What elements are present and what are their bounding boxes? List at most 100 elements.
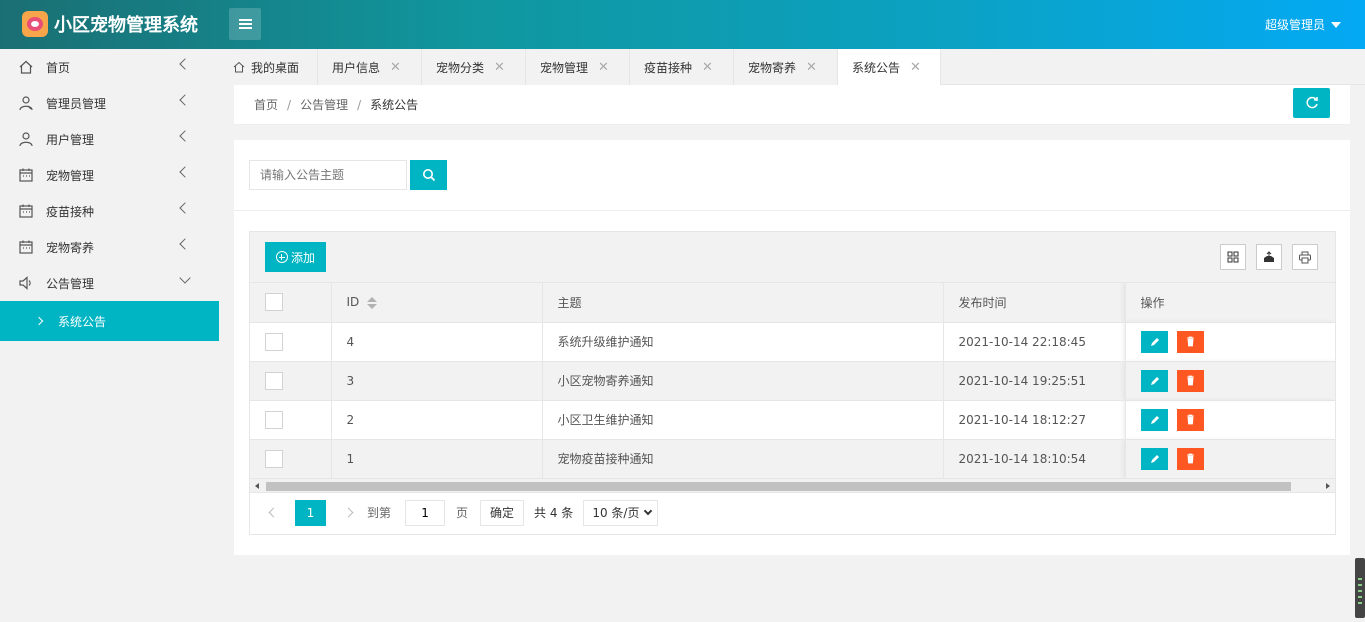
scroll-right-icon[interactable] xyxy=(1326,482,1330,489)
breadcrumb-item[interactable]: 首页 xyxy=(254,98,278,112)
sidebar-item-home[interactable]: 首页 xyxy=(0,49,219,85)
page-size-select[interactable]: 10 条/页 xyxy=(583,499,659,526)
delete-button[interactable] xyxy=(1176,447,1204,470)
search-button[interactable] xyxy=(410,160,447,190)
close-icon[interactable]: ✕ xyxy=(806,60,817,75)
close-icon[interactable]: ✕ xyxy=(702,60,713,75)
tab-label: 宠物寄养 xyxy=(748,60,797,75)
tab-pet-category[interactable]: 宠物分类 ✕ xyxy=(422,49,526,85)
edit-icon xyxy=(1150,376,1159,385)
sidebar-item-vaccines[interactable]: 疫苗接种 xyxy=(0,193,219,229)
table-row: 2 小区卫生维护通知 2021-10-14 18:12:27 xyxy=(250,400,1336,440)
pet-logo-icon xyxy=(22,11,48,37)
user-name: 超级管理员 xyxy=(1264,18,1325,32)
select-all-checkbox[interactable] xyxy=(265,293,283,312)
row-checkbox[interactable] xyxy=(265,332,283,351)
goto-confirm-button[interactable]: 确定 xyxy=(480,499,525,526)
calendar-icon xyxy=(19,168,33,182)
scroll-left-icon[interactable] xyxy=(255,482,259,489)
close-icon[interactable]: ✕ xyxy=(910,60,921,75)
page-1-button[interactable]: 1 xyxy=(295,499,326,526)
sort-icon[interactable] xyxy=(367,296,378,309)
cell-id: 1 xyxy=(331,439,543,479)
column-header-title: 主题 xyxy=(542,283,944,323)
column-header-actions: 操作 xyxy=(1125,283,1336,323)
sidebar-item-label: 疫苗接种 xyxy=(46,204,95,219)
sidebar-item-admins[interactable]: 管理员管理 xyxy=(0,85,219,121)
sidebar-item-label: 首页 xyxy=(46,60,71,75)
trash-icon xyxy=(1186,375,1194,385)
cell-actions xyxy=(1125,400,1336,440)
page-unit-label: 页 xyxy=(456,506,469,520)
tab-label: 系统公告 xyxy=(852,60,901,75)
user-menu[interactable]: 超级管理员 xyxy=(1265,16,1341,33)
cell-actions xyxy=(1125,439,1336,479)
close-icon[interactable]: ✕ xyxy=(390,60,401,75)
tab-pet-manage[interactable]: 宠物管理 ✕ xyxy=(526,49,630,85)
horizontal-scrollbar[interactable] xyxy=(250,478,1335,493)
row-checkbox[interactable] xyxy=(265,371,283,390)
chevron-left-icon xyxy=(179,166,191,178)
user-icon xyxy=(19,132,33,147)
chevron-right-icon xyxy=(34,316,44,326)
add-button[interactable]: 添加 xyxy=(265,242,326,272)
menu-icon xyxy=(238,19,252,29)
tab-bar: 我的桌面 用户信息 ✕ 宠物分类 ✕ 宠物管理 ✕ 疫苗接种 ✕ 宠物寄养 ✕ 系统公告 ✕ xyxy=(219,49,1365,85)
cell-title: 宠物疫苗接种通知 xyxy=(542,439,944,479)
search-input[interactable] xyxy=(249,160,407,190)
sidebar-item-label: 公告管理 xyxy=(46,276,95,291)
column-header-id[interactable]: ID xyxy=(331,283,543,323)
edit-button[interactable] xyxy=(1140,330,1168,353)
delete-button[interactable] xyxy=(1176,408,1204,431)
refresh-button[interactable] xyxy=(1293,88,1330,118)
edit-icon xyxy=(1150,454,1159,463)
search-row xyxy=(249,160,447,190)
sidebar-subitem-system-notice[interactable]: 系统公告 xyxy=(0,301,219,341)
print-button[interactable] xyxy=(1292,244,1318,270)
sidebar-item-label: 用户管理 xyxy=(46,132,95,147)
cell-title: 小区宠物寄养通知 xyxy=(542,361,944,401)
tab-user-info[interactable]: 用户信息 ✕ xyxy=(318,49,422,85)
scrollbar-thumb[interactable] xyxy=(266,481,1291,491)
breadcrumb-bar: 首页 / 公告管理 / 系统公告 xyxy=(234,85,1350,125)
tab-desktop[interactable]: 我的桌面 xyxy=(219,49,318,85)
columns-filter-button[interactable] xyxy=(1220,244,1246,270)
row-checkbox[interactable] xyxy=(265,449,283,468)
app-title: 小区宠物管理系统 xyxy=(54,15,198,36)
tab-label: 宠物管理 xyxy=(540,60,589,75)
tab-boarding[interactable]: 宠物寄养 ✕ xyxy=(734,49,838,85)
prev-page-button[interactable] xyxy=(258,500,288,526)
side-widget[interactable] xyxy=(1355,558,1365,618)
export-button[interactable] xyxy=(1256,244,1282,270)
chevron-down-icon xyxy=(644,506,653,515)
delete-button[interactable] xyxy=(1176,369,1204,392)
column-header-time: 发布时间 xyxy=(943,283,1126,323)
sidebar-item-boarding[interactable]: 宠物寄养 xyxy=(0,229,219,265)
edit-button[interactable] xyxy=(1140,408,1168,431)
main-card: 添加 ID 主题 发布时间 操作 xyxy=(234,140,1350,555)
delete-button[interactable] xyxy=(1176,330,1204,353)
next-page-button[interactable] xyxy=(333,500,363,526)
sidebar-item-notices[interactable]: 公告管理 xyxy=(0,265,219,301)
breadcrumb-item[interactable]: 公告管理 xyxy=(300,98,348,112)
sidebar-item-label: 宠物寄养 xyxy=(46,240,95,255)
sidebar-item-pets[interactable]: 宠物管理 xyxy=(0,157,219,193)
breadcrumb: 首页 / 公告管理 / 系统公告 xyxy=(254,98,419,112)
print-icon xyxy=(1299,251,1311,263)
calendar-icon xyxy=(19,240,33,254)
close-icon[interactable]: ✕ xyxy=(598,60,609,75)
goto-page-input[interactable] xyxy=(405,499,446,526)
menu-toggle-button[interactable] xyxy=(229,8,261,40)
cell-actions xyxy=(1125,322,1336,362)
chevron-left-icon xyxy=(268,507,278,518)
edit-button[interactable] xyxy=(1140,369,1168,392)
tab-vaccine[interactable]: 疫苗接种 ✕ xyxy=(630,49,734,85)
sidebar: 首页 管理员管理 用户管理 宠物管理 疫苗接种 宠物寄养 公告管理 系统公告 xyxy=(0,49,219,622)
tab-system-notice[interactable]: 系统公告 ✕ xyxy=(838,49,941,85)
row-checkbox[interactable] xyxy=(265,410,283,429)
sidebar-item-users[interactable]: 用户管理 xyxy=(0,121,219,157)
tab-label: 用户信息 xyxy=(332,60,381,75)
edit-button[interactable] xyxy=(1140,447,1168,470)
close-icon[interactable]: ✕ xyxy=(494,60,505,75)
trash-icon xyxy=(1186,453,1194,463)
